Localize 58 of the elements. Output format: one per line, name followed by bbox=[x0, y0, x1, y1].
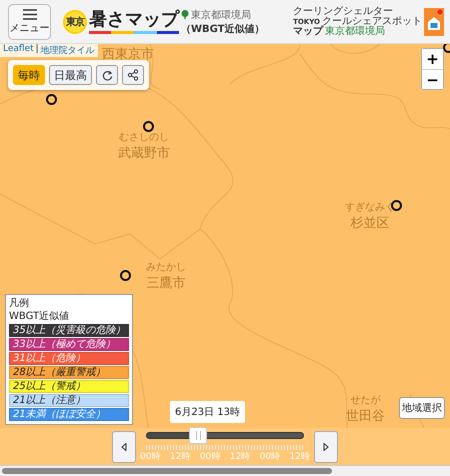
place-marker[interactable] bbox=[120, 270, 131, 281]
legend-item: 21以上（注意） bbox=[9, 394, 129, 407]
app-subtitle: （WBGT近似値） bbox=[181, 22, 265, 36]
menu-icon bbox=[22, 8, 36, 20]
legend-item: 33以上（極めて危険） bbox=[9, 338, 129, 351]
refresh-button[interactable] bbox=[96, 65, 118, 85]
region-select-button[interactable]: 地域選択 bbox=[399, 397, 445, 419]
place-marker[interactable] bbox=[46, 94, 57, 105]
logo-text: クーリングシェルター bbox=[293, 6, 394, 16]
slider-thumb[interactable] bbox=[189, 427, 208, 444]
tick-label: 00時 bbox=[260, 450, 280, 463]
place-name: 杉並区 bbox=[350, 215, 390, 232]
logo-badge: 東京 bbox=[63, 10, 87, 34]
attribution-separator: | bbox=[36, 44, 39, 56]
menu-button[interactable]: メニュー bbox=[8, 4, 51, 40]
place-reading: むさしのし bbox=[119, 131, 169, 144]
place-name: 武蔵野市 bbox=[118, 145, 170, 162]
share-button[interactable] bbox=[122, 65, 144, 85]
tick-label: 12時 bbox=[170, 450, 190, 463]
tree-icon bbox=[181, 10, 189, 19]
tick-label: 12時 bbox=[290, 450, 310, 463]
mode-button[interactable]: 日最高 bbox=[49, 65, 92, 85]
refresh-icon bbox=[102, 70, 112, 80]
right-triangle-icon bbox=[323, 443, 329, 451]
zoom-out-button[interactable]: − bbox=[422, 69, 443, 89]
legend-subtitle: WBGT近似値 bbox=[9, 311, 70, 323]
leaflet-link[interactable]: Leaflet bbox=[3, 44, 34, 57]
share-icon bbox=[127, 69, 139, 81]
place-reading: せたが bbox=[350, 394, 380, 407]
legend-item: 25以上（警戒） bbox=[9, 380, 129, 393]
place-name: 西東京市 bbox=[102, 46, 154, 63]
legend-item: 31以上（危険） bbox=[9, 352, 129, 365]
legend-item: 35以上（災害級の危険） bbox=[9, 324, 129, 337]
place-reading: みたかし bbox=[146, 261, 186, 274]
tick-label: 00時 bbox=[200, 450, 220, 463]
place-name: 世田谷 bbox=[346, 408, 385, 425]
agency-name: 東京都環境局 bbox=[191, 8, 251, 22]
logo-agency: 東京都環境局 bbox=[325, 26, 386, 36]
horizontal-scrollbar[interactable] bbox=[0, 465, 450, 476]
legend-item: 21未満（ほぼ安全） bbox=[9, 408, 129, 421]
mode-button[interactable]: 毎時 bbox=[13, 65, 45, 85]
tick-label: 12時 bbox=[230, 450, 250, 463]
left-triangle-icon bbox=[121, 443, 127, 451]
scrollbar-thumb[interactable] bbox=[2, 468, 332, 474]
legend-title: 凡例 bbox=[9, 298, 30, 310]
next-button[interactable] bbox=[314, 431, 338, 463]
legend-item: 28以上（厳重警戒） bbox=[9, 366, 129, 379]
logo-text: クールシェアスポット bbox=[322, 16, 422, 26]
tile-source-link[interactable]: 地理院タイル bbox=[40, 44, 95, 57]
place-name: 三鷹市 bbox=[146, 275, 186, 292]
app-title: 暑さマップ bbox=[89, 9, 179, 34]
time-label: 6月23日 13時 bbox=[170, 401, 245, 423]
tick-label: 00時 bbox=[140, 450, 160, 463]
place-reading: すぎなみく bbox=[345, 201, 395, 214]
place-marker[interactable] bbox=[391, 200, 402, 211]
previous-button[interactable] bbox=[112, 431, 136, 463]
place-marker[interactable] bbox=[143, 121, 154, 132]
house-logo-icon bbox=[424, 8, 444, 36]
